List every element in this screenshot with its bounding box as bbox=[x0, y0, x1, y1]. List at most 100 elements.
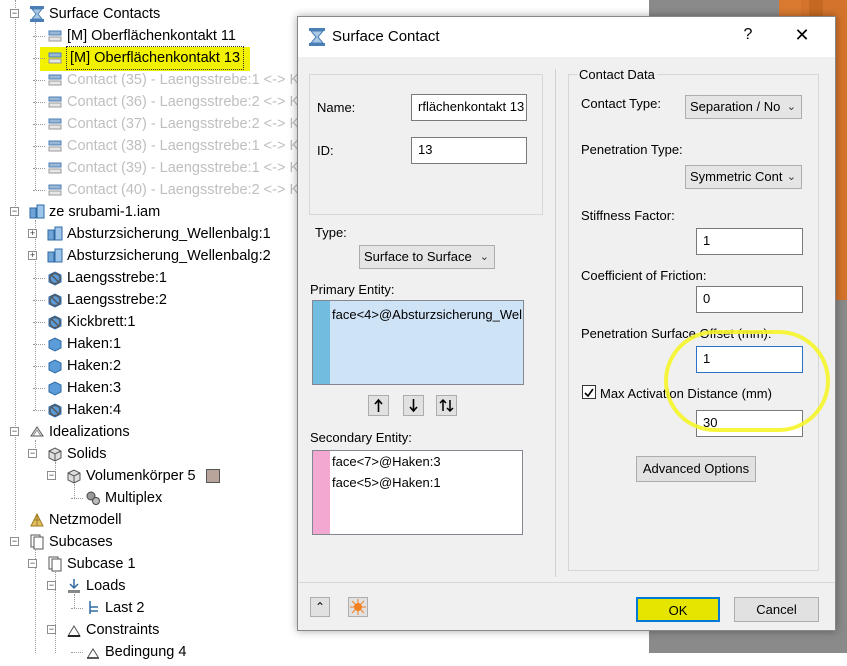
cancel-button-label: Cancel bbox=[756, 602, 797, 617]
collapse-button[interactable]: ⌃ bbox=[310, 597, 330, 617]
contact-type-dropdown[interactable]: Separation / No ⌄ bbox=[685, 95, 802, 119]
secondary-entity-list[interactable]: face<7>@Haken:3 face<5>@Haken:1 bbox=[312, 450, 523, 535]
tree-item-label: Kickbrett:1 bbox=[67, 314, 136, 330]
type-label: Type: bbox=[315, 225, 347, 240]
collapse-toggle-icon[interactable]: − bbox=[47, 581, 56, 590]
cancel-button[interactable]: Cancel bbox=[734, 597, 819, 622]
tree-item-label: ze srubami-1.iam bbox=[49, 204, 161, 220]
footer-divider bbox=[298, 582, 835, 583]
help-button[interactable]: ? bbox=[738, 26, 758, 44]
type-dropdown[interactable]: Surface to Surface ⌄ bbox=[359, 245, 495, 269]
assembly-icon bbox=[47, 226, 63, 242]
tree-item-label: Haken:4 bbox=[67, 402, 122, 418]
contact-type-label: Contact Type: bbox=[581, 96, 661, 111]
tree-guide-line bbox=[33, 124, 45, 125]
material-icon bbox=[85, 490, 101, 506]
tree-item-label: Loads bbox=[86, 578, 126, 594]
annotation-highlight bbox=[664, 330, 830, 432]
contact-type-value: Separation / No bbox=[690, 99, 781, 114]
tree-item-label: Contact (38) - Laengsstrebe:1 <-> K bbox=[67, 138, 300, 154]
move-up-button[interactable] bbox=[368, 395, 389, 416]
id-field[interactable]: 13 bbox=[411, 137, 527, 164]
tree-guide-line bbox=[33, 146, 45, 147]
penetration-type-dropdown[interactable]: Symmetric Cont ⌄ bbox=[685, 165, 802, 189]
list-item[interactable]: face<5>@Haken:1 bbox=[332, 475, 441, 490]
collapse-toggle-icon[interactable]: − bbox=[28, 559, 37, 568]
tree-item-label: Last 2 bbox=[105, 600, 145, 616]
collapse-toggle-icon[interactable]: − bbox=[47, 471, 56, 480]
penetration-type-label: Penetration Type: bbox=[581, 142, 683, 157]
chevron-down-icon: ⌄ bbox=[477, 246, 489, 268]
tree-item-label: Subcases bbox=[49, 534, 113, 550]
sparkle-icon bbox=[350, 599, 366, 615]
name-field[interactable]: rflächenkontakt 13 bbox=[411, 94, 527, 121]
list-item[interactable]: face<4>@Absturzsicherung_Wel bbox=[332, 307, 522, 322]
subcases-icon bbox=[29, 534, 45, 550]
column-divider bbox=[555, 69, 556, 577]
contact-icon bbox=[47, 28, 63, 44]
tree-guide-line bbox=[33, 102, 45, 103]
tree-item-label: Netzmodell bbox=[49, 512, 122, 528]
stiffness-factor-field[interactable]: 1 bbox=[696, 228, 803, 255]
tree-guide-line bbox=[71, 498, 83, 499]
subcases-icon bbox=[47, 556, 63, 572]
tree-guide-line bbox=[33, 58, 45, 59]
contact-icon bbox=[47, 160, 63, 176]
tree-item-label: Contact (36) - Laengsstrebe:2 <-> K bbox=[67, 94, 300, 110]
hourglass-icon bbox=[29, 6, 45, 22]
tree-item-label: Surface Contacts bbox=[49, 6, 161, 22]
assembly-icon bbox=[47, 248, 63, 264]
move-down-button[interactable] bbox=[403, 395, 424, 416]
part-disabled-icon bbox=[47, 402, 63, 418]
collapse-toggle-icon[interactable]: − bbox=[10, 537, 19, 546]
primary-entity-list[interactable]: face<4>@Absturzsicherung_Wel bbox=[312, 300, 524, 385]
part-icon bbox=[47, 380, 63, 396]
collapse-toggle-icon[interactable]: − bbox=[10, 207, 19, 216]
contact-icon bbox=[47, 94, 63, 110]
dialog-title: Surface Contact bbox=[332, 28, 440, 45]
tree-item-label: Laengsstrebe:2 bbox=[67, 292, 167, 308]
contact-icon bbox=[47, 116, 63, 132]
checkmark-icon bbox=[584, 388, 594, 398]
close-button[interactable]: ✕ bbox=[791, 25, 813, 46]
tree-guide-line bbox=[33, 278, 45, 279]
tree-guide-line bbox=[33, 410, 45, 411]
tree-item-label: Contact (39) - Laengsstrebe:1 <-> K bbox=[67, 160, 300, 176]
expand-toggle-icon[interactable]: + bbox=[28, 229, 37, 238]
tree-item-label: Idealizations bbox=[49, 424, 130, 440]
advanced-options-button[interactable]: Advanced Options bbox=[636, 456, 756, 482]
tree-item[interactable]: Bedingung 4 bbox=[0, 641, 640, 663]
max-activation-checkbox[interactable] bbox=[582, 385, 596, 399]
tree-item-label: [M] Oberflächenkontakt 11 bbox=[67, 28, 236, 44]
collapse-toggle-icon[interactable]: − bbox=[10, 9, 19, 18]
collapse-toggle-icon[interactable]: − bbox=[47, 625, 56, 634]
contact-icon bbox=[47, 72, 63, 88]
surface-contact-dialog: Surface Contact ? ✕ Name: rflächenkontak… bbox=[297, 16, 836, 631]
tree-item-label: Subcase 1 bbox=[67, 556, 136, 572]
name-label: Name: bbox=[317, 100, 356, 115]
highlight-button[interactable] bbox=[348, 597, 368, 617]
part-icon bbox=[47, 336, 63, 352]
collapse-toggle-icon[interactable]: − bbox=[28, 449, 37, 458]
expand-toggle-icon[interactable]: + bbox=[28, 251, 37, 260]
tree-item-label: Haken:1 bbox=[67, 336, 122, 352]
tree-item-label: Haken:3 bbox=[67, 380, 122, 396]
contact-icon bbox=[47, 50, 63, 66]
tree-item-label: Bedingung 4 bbox=[105, 644, 187, 660]
tree-guide-line bbox=[33, 322, 45, 323]
mesh-icon bbox=[29, 512, 45, 528]
tree-item-label: Haken:2 bbox=[67, 358, 122, 374]
ok-button[interactable]: OK bbox=[636, 597, 720, 622]
idealizations-icon bbox=[29, 424, 45, 440]
tree-item-label: Absturzsicherung_Wellenbalg:1 bbox=[67, 226, 271, 242]
tree-item-label: Multiplex bbox=[105, 490, 163, 506]
tree-guide-line bbox=[33, 388, 45, 389]
collapse-toggle-icon[interactable]: − bbox=[10, 427, 19, 436]
contact-data-group-label: Contact Data bbox=[577, 67, 657, 82]
list-item[interactable]: face<7>@Haken:3 bbox=[332, 454, 441, 469]
tree-guide-line bbox=[33, 36, 45, 37]
friction-coefficient-field[interactable]: 0 bbox=[696, 286, 803, 313]
dialog-titlebar[interactable]: Surface Contact ? ✕ bbox=[298, 17, 835, 57]
tree-item-label: Laengsstrebe:1 bbox=[67, 270, 167, 286]
swap-button[interactable] bbox=[436, 395, 457, 416]
